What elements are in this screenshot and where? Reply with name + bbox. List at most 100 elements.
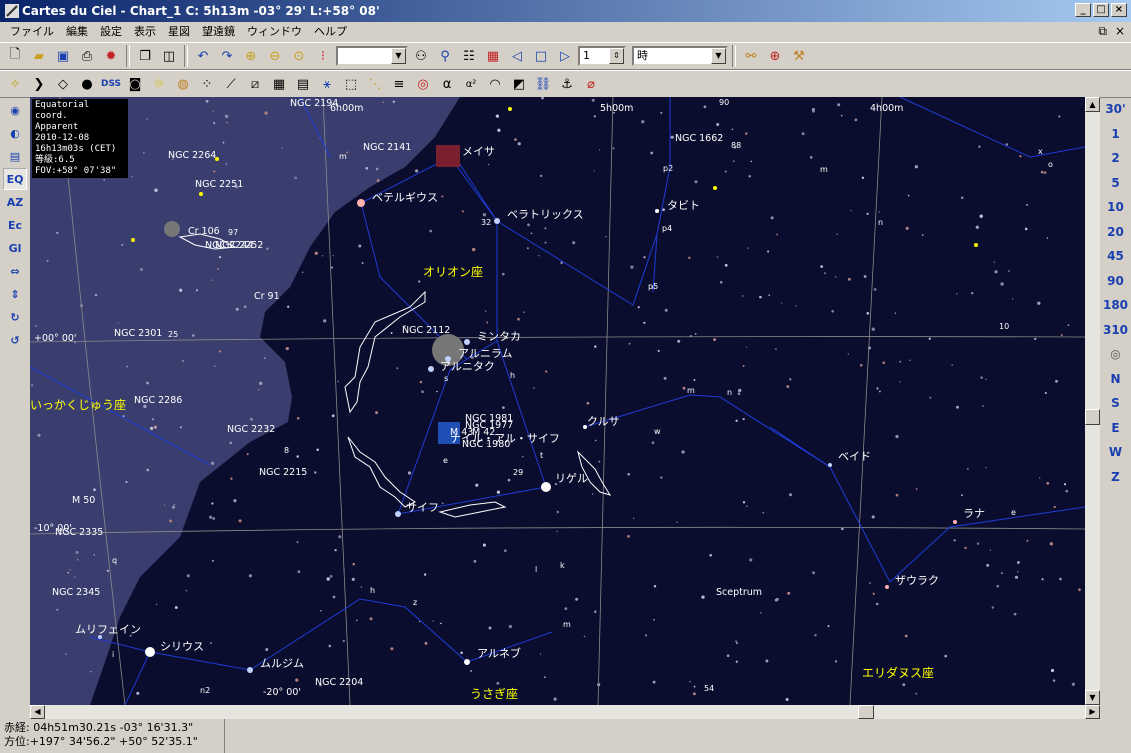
fov-button[interactable]: 30' [1101,97,1131,122]
flip-horizontal-icon[interactable]: ⇔ [3,260,27,282]
redo-icon[interactable]: ↷ [216,45,238,67]
undo-icon[interactable]: ↶ [192,45,214,67]
close-child-icon[interactable]: × [1115,24,1125,39]
menu-settings[interactable]: 設定 [94,23,128,41]
direction-button[interactable]: S [1101,391,1131,416]
erase-icon[interactable]: ⌀ [580,73,602,95]
restore-child-icon[interactable]: ⧉ [1098,24,1107,39]
galaxy-icon[interactable]: ● [76,73,98,95]
vertical-scroll-thumb[interactable] [1085,409,1100,425]
title-bar[interactable]: Cartes du Ciel - Chart_1 C: 5h13m -03° 2… [0,0,1131,22]
label-icon[interactable]: ▤ [292,73,314,95]
time-unit-select[interactable]: 時 ▼ [632,46,728,66]
sky-chart-svg[interactable]: 6h00m 5h00m 4h00m +00° 00' -10° 00' -20°… [30,97,1085,705]
coord-ec-button[interactable]: Ec [3,214,27,236]
scroll-left-icon[interactable]: ◀ [30,705,45,719]
stars-icon[interactable]: ✧ [4,73,26,95]
tools-icon[interactable]: ⚒ [788,45,810,67]
compass-icon[interactable]: ◎ [1101,342,1131,367]
constellation-lines-icon[interactable]: ⋱ [364,73,386,95]
step-value-field[interactable]: 1 ⇕ [578,46,626,66]
fov-button[interactable]: 180 [1101,293,1131,318]
combo-arrow-icon[interactable]: ▼ [391,48,406,64]
fov-button[interactable]: 310 [1101,318,1131,343]
fov-button[interactable]: 20 [1101,220,1131,245]
step-back-icon[interactable]: ◁ [506,45,528,67]
fov-button[interactable]: 2 [1101,146,1131,171]
binoculars-icon[interactable]: ⚇ [410,45,432,67]
menu-file[interactable]: ファイル [4,23,60,41]
scroll-up-icon[interactable]: ▲ [1085,97,1100,112]
planet-icon[interactable]: ◍ [172,73,194,95]
coord-az-button[interactable]: AZ [3,191,27,213]
direction-button[interactable]: Z [1101,465,1131,490]
spin-arrows-icon[interactable]: ⇕ [609,48,624,64]
link-icon[interactable]: ⛓ [532,73,554,95]
flip-vertical-icon[interactable]: ⇕ [3,283,27,305]
notepad-icon[interactable]: ▤ [3,145,27,167]
observer-icon[interactable]: ⚲ [434,45,456,67]
constellation-figure-icon[interactable]: ⚹ [316,73,338,95]
deepsky-icon[interactable]: ◇ [52,73,74,95]
menu-telescope[interactable]: 望遠鏡 [196,23,241,41]
vertical-scrollbar[interactable]: ▲ ▼ [1085,97,1100,705]
fov-button[interactable]: 90 [1101,269,1131,294]
telescope-icon[interactable]: ⚯ [740,45,762,67]
fov-button[interactable]: 1 [1101,122,1131,147]
alpha-button[interactable]: α [436,73,458,95]
marker-dots-icon[interactable]: ⁝ [312,45,334,67]
crosshair-icon[interactable]: ⊕ [764,45,786,67]
combo-arrow-icon[interactable]: ▼ [711,48,726,64]
horizontal-scroll-thumb[interactable] [858,705,874,719]
stop-icon[interactable]: □ [530,45,552,67]
grid-icon[interactable]: ▦ [268,73,290,95]
fov-button[interactable]: 10 [1101,195,1131,220]
open-folder-icon[interactable]: ▰ [28,45,50,67]
globe-icon[interactable]: ◉ [3,99,27,121]
new-icon[interactable]: 🗋 [4,45,26,67]
list-icon[interactable]: ☷ [458,45,480,67]
step-forward-icon[interactable]: ▷ [554,45,576,67]
tile-window-icon[interactable]: ◫ [158,45,180,67]
menu-window[interactable]: ウィンドウ [241,23,308,41]
anchor-icon[interactable]: ⚓ [556,73,578,95]
coord-eq-button[interactable]: EQ [3,168,27,190]
print-icon[interactable]: ⎙ [76,45,98,67]
night-vision-icon[interactable]: ◩ [508,73,530,95]
menu-view[interactable]: 表示 [128,23,162,41]
menu-edit[interactable]: 編集 [60,23,94,41]
fov-button[interactable]: 5 [1101,171,1131,196]
maximize-button[interactable]: □ [1093,3,1109,17]
scroll-right-icon[interactable]: ▶ [1085,705,1100,719]
bulb-icon[interactable]: ☼ [148,73,170,95]
direction-button[interactable]: W [1101,440,1131,465]
menu-chart[interactable]: 星図 [162,23,196,41]
alpha2-button[interactable]: α² [460,73,482,95]
camera-icon[interactable]: ◙ [124,73,146,95]
zoom-fit-icon[interactable]: ⊙ [288,45,310,67]
asteroid-icon[interactable]: ⁘ [196,73,218,95]
rotate-right-icon[interactable]: ↻ [3,306,27,328]
target-icon[interactable]: ◎ [412,73,434,95]
direction-button[interactable]: N [1101,367,1131,392]
close-button[interactable]: × [1111,3,1127,17]
menu-help[interactable]: ヘルプ [308,23,353,41]
object-combo[interactable]: ▼ [336,46,408,66]
zoom-out-icon[interactable]: ⊖ [264,45,286,67]
ground-icon[interactable]: ◠ [484,73,506,95]
horizon-icon[interactable]: ≡ [388,73,410,95]
constellation-boundary-icon[interactable]: ⬚ [340,73,362,95]
milkyway-icon[interactable]: ⧄ [244,73,266,95]
minimize-button[interactable]: _ [1075,3,1091,17]
zoom-in-icon[interactable]: ⊕ [240,45,262,67]
calendar-icon[interactable]: ▦ [482,45,504,67]
coord-gl-button[interactable]: Gl [3,237,27,259]
sky-chart[interactable]: 6h00m 5h00m 4h00m +00° 00' -10° 00' -20°… [30,97,1085,705]
copy-window-icon[interactable]: ❐ [134,45,156,67]
direction-button[interactable]: E [1101,416,1131,441]
earth-icon[interactable]: ◐ [3,122,27,144]
fov-button[interactable]: 45 [1101,244,1131,269]
nebula-icon[interactable]: ❯ [28,73,50,95]
dss-button[interactable]: DSS [100,73,122,95]
settings-gear-icon[interactable]: ✹ [100,45,122,67]
